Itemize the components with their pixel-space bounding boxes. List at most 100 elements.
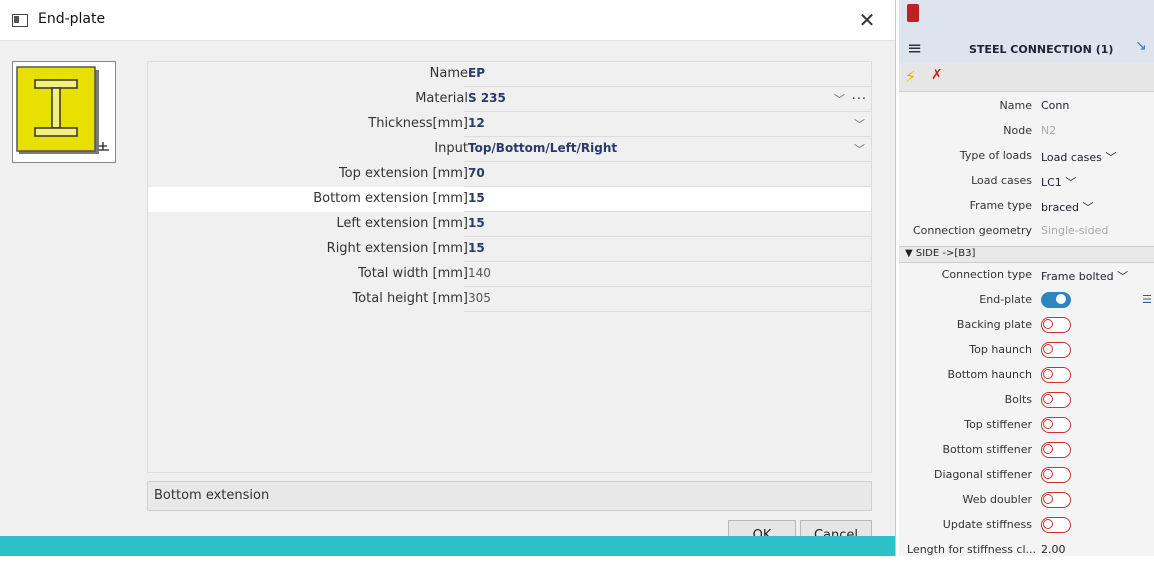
side-section-header[interactable]: ▼ SIDE ->[B3] — [899, 246, 1154, 263]
panel-row[interactable]: Type of loads Load cases ﹀ — [899, 143, 1154, 168]
panel-field-value[interactable]: Conn — [1041, 99, 1069, 112]
property-label: Right extension [mm] — [326, 241, 468, 256]
pin-tool-icon[interactable]: ✗ — [931, 67, 951, 87]
panel-field-label: Bottom stiffener — [942, 443, 1032, 456]
connection-logo-icon — [907, 4, 919, 22]
panel-field-value[interactable]: 2.00 — [1041, 543, 1066, 556]
property-row[interactable]: Total width [mm] 140 — [148, 262, 871, 287]
panel-field-value: N2 — [1041, 124, 1057, 137]
panel-field-value[interactable]: Frame bolted ﹀ — [1041, 268, 1128, 284]
panel-field-value: Single-sided — [1041, 224, 1109, 237]
description-bar: Bottom extension — [147, 481, 872, 511]
description-text: Bottom extension — [154, 488, 270, 503]
chevron-down-icon[interactable]: ﹀ — [854, 116, 865, 132]
dialog-titlebar: End-plate ✕ — [0, 0, 895, 41]
properties-panel: Name EP Material S 235 ﹀... Thickness[mm] 12 ﹀ I… — [147, 61, 872, 473]
toggle-switch[interactable] — [1041, 292, 1071, 308]
toggle-switch[interactable] — [1041, 367, 1071, 383]
property-row[interactable]: Thickness[mm] 12 ﹀ — [148, 112, 871, 137]
toggle-row[interactable]: Bolts — [899, 387, 1154, 412]
toggle-switch[interactable] — [1041, 417, 1071, 433]
toggle-switch[interactable] — [1041, 392, 1071, 408]
connection-type-row[interactable]: Connection type Frame bolted ﹀ — [899, 262, 1154, 287]
panel-field-label: Connection geometry — [912, 224, 1032, 237]
toggle-switch[interactable] — [1041, 317, 1071, 333]
window-icon — [12, 14, 28, 27]
panel-field-value[interactable]: LC1 ﹀ — [1041, 174, 1076, 190]
property-row[interactable]: Input Top/Bottom/Left/Right ﹀ — [148, 137, 871, 162]
property-label: Total width [mm] — [358, 266, 468, 281]
property-row[interactable]: Total height [mm] 305 — [148, 287, 871, 312]
lightning-tool-icon[interactable]: ⚡ — [905, 67, 925, 87]
toggle-row[interactable]: Backing plate — [899, 312, 1154, 337]
panel-field-value[interactable]: Load cases ﹀ — [1041, 149, 1116, 165]
toggle-row[interactable]: Top stiffener — [899, 412, 1154, 437]
expand-icon[interactable]: ↘ — [1135, 38, 1147, 54]
property-label: Thickness[mm] — [368, 116, 468, 131]
panel-field-label: End-plate — [979, 293, 1032, 306]
property-value[interactable]: 305 — [468, 291, 491, 305]
panel-field-label: Node — [1003, 124, 1032, 137]
panel-field-label: Frame type — [969, 199, 1032, 212]
property-row[interactable]: Material S 235 ﹀... — [148, 87, 871, 112]
property-row[interactable]: Top extension [mm] 70 — [148, 162, 871, 187]
panel-row[interactable]: Node N2 — [899, 118, 1154, 143]
panel-row[interactable]: Connection geometry Single-sided — [899, 218, 1154, 243]
toggle-switch[interactable] — [1041, 442, 1071, 458]
panel-field-label: Update stiffness — [942, 518, 1032, 531]
close-button[interactable]: ✕ — [852, 6, 882, 34]
steel-connection-panel: ≡ STEEL CONNECTION (1) ↘ ⚡ ✗ ▼ SIDE ->[B… — [899, 0, 1154, 556]
property-row[interactable]: Name EP — [148, 62, 871, 87]
panel-field-value[interactable]: braced ﹀ — [1041, 199, 1094, 215]
toggle-row[interactable]: End-plate ☰ — [899, 287, 1154, 312]
toggle-switch[interactable] — [1041, 492, 1071, 508]
chevron-down-icon[interactable]: ﹀ — [834, 91, 845, 107]
panel-field-label: Top stiffener — [964, 418, 1032, 431]
panel-field-label: Bottom haunch — [947, 368, 1032, 381]
property-row[interactable]: Bottom extension [mm] 15 — [148, 187, 871, 212]
panel-row[interactable]: Frame type braced ﹀ — [899, 193, 1154, 218]
property-label: Material — [415, 91, 468, 106]
end-plate-dialog: End-plate ✕ Name EP Material S 235 ﹀... Thick… — [0, 0, 896, 556]
toggle-row[interactable]: Web doubler — [899, 487, 1154, 512]
property-label: Bottom extension [mm] — [313, 191, 468, 206]
panel-field-label: Top haunch — [969, 343, 1032, 356]
side-section-label: ▼ SIDE ->[B3] — [905, 248, 976, 259]
panel-top-strip — [899, 0, 1154, 35]
toggle-row[interactable]: Update stiffness — [899, 512, 1154, 537]
property-label: Top extension [mm] — [338, 166, 468, 181]
panel-row[interactable]: Load cases LC1 ﹀ — [899, 168, 1154, 193]
length-row[interactable]: Length for stiffness cl... 2.00 — [899, 537, 1154, 562]
menu-icon[interactable]: ≡ — [907, 38, 922, 59]
row-divider — [464, 311, 871, 312]
panel-field-label: Length for stiffness cl... — [907, 543, 1037, 556]
toggle-switch[interactable] — [1041, 467, 1071, 483]
toggle-row[interactable]: Bottom stiffener — [899, 437, 1154, 462]
details-icon[interactable]: ☰ — [1142, 293, 1152, 306]
property-value[interactable]: 15 — [468, 191, 485, 205]
material-more-button[interactable]: ... — [852, 88, 867, 103]
panel-field-label: Bolts — [1004, 393, 1032, 406]
property-value[interactable]: 15 — [468, 241, 485, 255]
panel-row[interactable]: Name Conn — [899, 93, 1154, 118]
toggle-switch[interactable] — [1041, 517, 1071, 533]
property-value[interactable]: 70 — [468, 166, 485, 180]
chevron-down-icon[interactable]: ﹀ — [854, 141, 865, 157]
panel-field-label: Name — [999, 99, 1032, 112]
property-label: Input — [434, 141, 468, 156]
property-value[interactable]: S 235 — [468, 91, 506, 105]
end-plate-preview-icon — [12, 61, 116, 163]
toggle-switch[interactable] — [1041, 342, 1071, 358]
toggle-row[interactable]: Top haunch — [899, 337, 1154, 362]
property-row[interactable]: Right extension [mm] 15 — [148, 237, 871, 262]
panel-field-label: Web doubler — [962, 493, 1033, 506]
toggle-row[interactable]: Diagonal stiffener — [899, 462, 1154, 487]
property-value[interactable]: EP — [468, 66, 485, 80]
status-bar — [0, 536, 895, 556]
property-value[interactable]: 15 — [468, 216, 485, 230]
toggle-row[interactable]: Bottom haunch — [899, 362, 1154, 387]
property-value[interactable]: Top/Bottom/Left/Right — [468, 141, 617, 155]
property-value[interactable]: 12 — [468, 116, 485, 130]
property-row[interactable]: Left extension [mm] 15 — [148, 212, 871, 237]
property-value[interactable]: 140 — [468, 266, 491, 280]
